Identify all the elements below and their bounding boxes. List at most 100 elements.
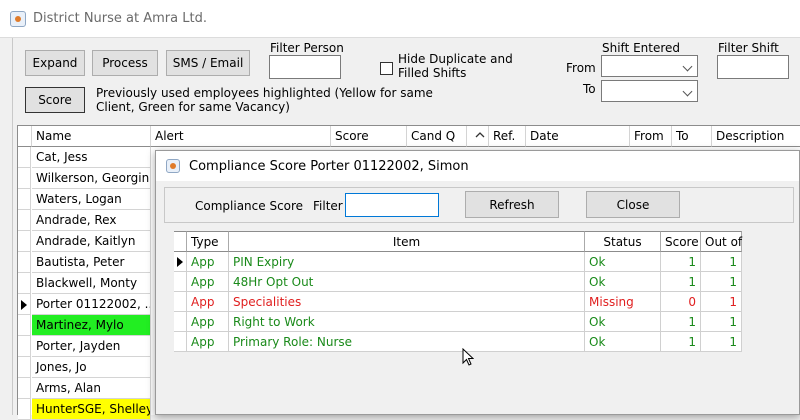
column-header-status[interactable]: Status (585, 231, 661, 252)
column-header-description[interactable]: Description (712, 126, 800, 147)
filter-label: Filter (313, 199, 343, 213)
row-indicator[interactable] (18, 231, 31, 252)
compliance-item-cell[interactable]: 48Hr Opt Out (229, 272, 585, 292)
row-indicator[interactable] (18, 210, 31, 231)
compliance-item-cell[interactable]: Right to Work (229, 312, 585, 332)
row-indicator[interactable] (18, 315, 31, 336)
candidate-name-cell[interactable]: Porter 01122002, ... (32, 294, 151, 315)
compliance-grid: Type Item Status Score Out of App PIN Exp… (168, 231, 794, 414)
compliance-item-cell[interactable]: Primary Role: Nurse (229, 332, 585, 352)
column-header-from[interactable]: From (630, 126, 672, 147)
compliance-status-cell[interactable]: Ok (585, 272, 661, 292)
candidate-name-cell[interactable]: HunterSGE, Shelley (32, 399, 151, 420)
compliance-status-cell[interactable]: Ok (585, 252, 661, 272)
candidate-name-cell[interactable]: Porter, Jayden (32, 336, 151, 357)
compliance-row-indicator[interactable] (174, 272, 187, 292)
compliance-status-cell[interactable]: Ok (585, 332, 661, 352)
column-header-score[interactable]: Score (331, 126, 407, 147)
to-label: To (583, 82, 596, 96)
row-indicator[interactable] (18, 252, 31, 273)
column-header-alert[interactable]: Alert (151, 126, 331, 147)
sort-arrow-icon[interactable] (467, 126, 489, 147)
refresh-button[interactable]: Refresh (465, 191, 559, 218)
compliance-status-cell[interactable]: Ok (585, 312, 661, 332)
compliance-item-cell[interactable]: PIN Expiry (229, 252, 585, 272)
column-header-out-of[interactable]: Out of (701, 231, 742, 252)
row-indicator[interactable] (18, 399, 31, 420)
dropdown-arrow-icon (682, 86, 693, 97)
process-button[interactable]: Process (92, 50, 158, 76)
compliance-filter-input[interactable] (345, 193, 439, 217)
row-indicator[interactable] (18, 273, 31, 294)
column-header-type[interactable]: Type (187, 231, 229, 252)
dialog-titlebar: Compliance Score Porter 01122002, Simon (156, 151, 799, 181)
from-label: From (566, 61, 596, 75)
candidate-name-cell[interactable]: Arms, Alan (32, 378, 151, 399)
highlight-note: Previously used employees highlighted (Y… (96, 86, 433, 114)
expand-button[interactable]: Expand (25, 50, 85, 76)
column-header-item[interactable]: Item (229, 231, 585, 252)
compliance-type-cell[interactable]: App (187, 252, 229, 272)
compliance-score-cell[interactable]: 0 (661, 292, 701, 312)
candidate-name-cell[interactable]: Andrade, Rex (32, 210, 151, 231)
candidate-name-cell[interactable]: Cat, Jess (32, 147, 151, 168)
candidate-name-cell[interactable]: Blackwell, Monty (32, 273, 151, 294)
row-indicator[interactable] (18, 147, 31, 168)
compliance-score-cell[interactable]: 1 (661, 272, 701, 292)
compliance-type-cell[interactable]: App (187, 272, 229, 292)
column-header-to[interactable]: To (672, 126, 712, 147)
compliance-score-dialog: Compliance Score Porter 01122002, Simon … (155, 150, 800, 415)
compliance-type-cell[interactable]: App (187, 292, 229, 312)
shift-to-combo[interactable] (601, 80, 698, 102)
column-header-cand-q[interactable]: Cand Q (407, 126, 467, 147)
mouse-cursor-icon (462, 347, 475, 370)
compliance-row-indicator[interactable] (174, 292, 187, 312)
compliance-type-cell[interactable]: App (187, 332, 229, 352)
compliance-out-of-cell[interactable]: 1 (701, 272, 742, 292)
app-icon (166, 159, 180, 173)
row-indicator[interactable] (18, 336, 31, 357)
compliance-status-cell[interactable]: Missing (585, 292, 661, 312)
compliance-row-indicator[interactable] (174, 332, 187, 352)
candidate-name-cell[interactable]: Jones, Jo (32, 357, 151, 378)
candidate-name-cell[interactable]: Bautista, Peter (32, 252, 151, 273)
candidate-name-cell[interactable]: Wilkerson, Georgina (32, 168, 151, 189)
app-icon (10, 11, 26, 27)
hide-duplicate-label: Hide Duplicate and Filled Shifts (398, 52, 513, 80)
compliance-item-cell[interactable]: Specialities (229, 292, 585, 312)
filter-person-input[interactable] (269, 55, 341, 79)
dropdown-arrow-icon (682, 61, 693, 72)
grid-corner (18, 126, 32, 147)
column-header-name[interactable]: Name (32, 126, 151, 147)
compliance-row-indicator[interactable] (174, 312, 187, 332)
column-header-ref[interactable]: Ref. (489, 126, 526, 147)
hide-duplicate-checkbox[interactable] (380, 62, 393, 75)
compliance-out-of-cell[interactable]: 1 (701, 312, 742, 332)
candidate-name-cell[interactable]: Martinez, Mylo (32, 315, 151, 336)
sms-email-button[interactable]: SMS / Email (166, 50, 250, 76)
compliance-out-of-cell[interactable]: 1 (701, 252, 742, 272)
filter-shift-label: Filter Shift (718, 41, 779, 55)
shift-entered-label: Shift Entered (602, 41, 681, 55)
filter-shift-input[interactable] (717, 55, 789, 79)
candidate-name-cell[interactable]: Waters, Logan (32, 189, 151, 210)
score-button[interactable]: Score (25, 87, 85, 113)
column-header-score[interactable]: Score (661, 231, 701, 252)
compliance-row-indicator[interactable] (174, 252, 187, 272)
compliance-type-cell[interactable]: App (187, 312, 229, 332)
candidate-name-cell[interactable]: Andrade, Kaitlyn (32, 231, 151, 252)
column-header-date[interactable]: Date (526, 126, 630, 147)
row-indicator[interactable] (18, 294, 31, 315)
shift-from-combo[interactable] (601, 55, 698, 77)
row-pointer-icon (21, 300, 27, 310)
compliance-out-of-cell[interactable]: 1 (701, 292, 742, 312)
row-indicator[interactable] (18, 168, 31, 189)
compliance-score-cell[interactable]: 1 (661, 312, 701, 332)
row-indicator[interactable] (18, 357, 31, 378)
close-button[interactable]: Close (586, 191, 680, 218)
compliance-score-cell[interactable]: 1 (661, 332, 701, 352)
row-indicator[interactable] (18, 189, 31, 210)
compliance-out-of-cell[interactable]: 1 (701, 332, 742, 352)
row-indicator[interactable] (18, 378, 31, 399)
compliance-score-cell[interactable]: 1 (661, 252, 701, 272)
